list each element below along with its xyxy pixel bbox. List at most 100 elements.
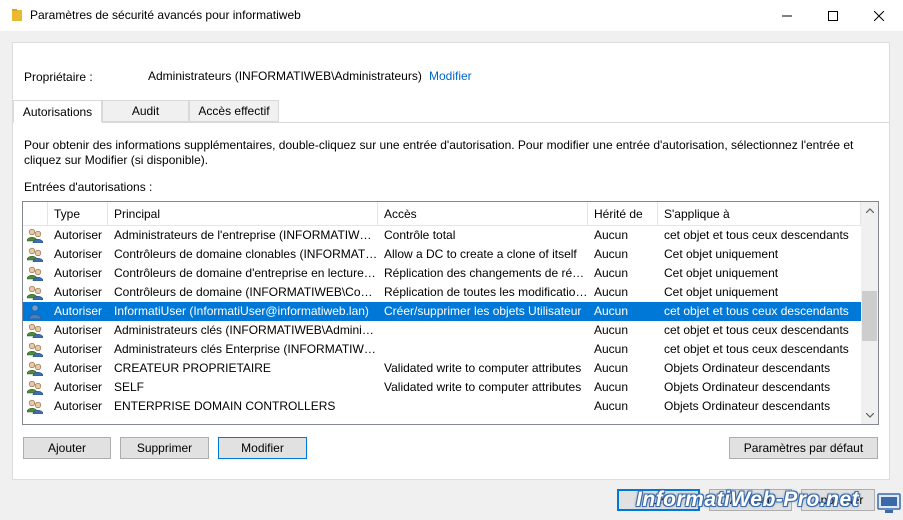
cell-principal: Administrateurs de l'entreprise (INFORMA… [114, 228, 378, 242]
cell-herite: Aucun [594, 380, 629, 394]
remove-button[interactable]: Supprimer [120, 437, 209, 459]
cell-herite: Aucun [594, 247, 629, 261]
close-button[interactable] [856, 0, 901, 31]
watermark-text: InformatiWeb-Pro.net [636, 488, 860, 511]
table-row[interactable]: Autoriser CREATEUR PROPRIETAIRE Validated … [23, 359, 861, 378]
cell-principal: Administrateurs clés (INFORMATIWEB\Admin… [114, 323, 378, 337]
cell-acces: Réplication de toutes les modifications [384, 285, 588, 299]
title-bar: Paramètres de sécurité avancés pour info… [0, 0, 903, 31]
cell-acces: Créer/supprimer les objets Utilisateur [384, 304, 582, 318]
cell-acces: Réplication des changements de répertoir… [384, 266, 588, 280]
group-users-icon [27, 399, 43, 414]
column-header-type[interactable]: Type [48, 202, 108, 226]
cell-applique: cet objet et tous ceux descendants [664, 323, 849, 337]
cell-type: Autoriser [54, 304, 103, 318]
cell-principal: Contrôleurs de domaine d'entreprise en l… [114, 266, 378, 280]
group-users-icon [27, 228, 43, 243]
cell-type: Autoriser [54, 266, 103, 280]
owner-modify-link[interactable]: Modifier [429, 69, 472, 83]
tab-acces-effectif[interactable]: Accès effectif [189, 100, 279, 122]
close-icon [873, 10, 884, 21]
cell-herite: Aucun [594, 285, 629, 299]
cell-applique: Cet objet uniquement [664, 266, 779, 280]
column-header-principal[interactable]: Principal [108, 202, 378, 226]
cell-principal: CREATEUR PROPRIETAIRE [114, 361, 271, 375]
table-row[interactable]: Autoriser Administrateurs clés Enterprise… [23, 340, 861, 359]
single-user-icon [28, 304, 42, 319]
cell-acces: Validated write to computer attributes [384, 380, 582, 394]
table-row[interactable]: Autoriser Contrôleurs de domaine (INFORMA… [23, 283, 861, 302]
group-users-icon [27, 247, 43, 262]
group-users-icon [27, 380, 43, 395]
tab-divider [12, 122, 890, 123]
cell-applique: Objets Ordinateur descendants [664, 361, 831, 375]
scroll-up-button[interactable] [861, 202, 878, 219]
cell-principal: InformatiUser (InformatiUser@informatiwe… [114, 304, 369, 318]
cell-type: Autoriser [54, 361, 103, 375]
maximize-button[interactable] [810, 0, 855, 31]
cell-applique: cet objet et tous ceux descendants [664, 228, 849, 242]
group-users-icon [27, 342, 43, 357]
minimize-icon [781, 15, 792, 16]
tab-audit[interactable]: Audit [102, 100, 189, 122]
column-header-acces[interactable]: Accès [378, 202, 588, 226]
group-users-icon [27, 323, 43, 338]
edit-button[interactable]: Modifier [218, 437, 307, 459]
window-title: Paramètres de sécurité avancés pour info… [30, 8, 301, 22]
group-users-icon [27, 361, 43, 376]
cell-principal: ENTERPRISE DOMAIN CONTROLLERS [114, 399, 336, 413]
table-row[interactable]: Autoriser InformatiUser (InformatiUser@in… [23, 302, 861, 321]
scroll-down-button[interactable] [861, 407, 878, 424]
maximize-icon [827, 10, 838, 21]
cell-type: Autoriser [54, 323, 103, 337]
list-header: Type Principal Accès Hérité de S'appliqu… [23, 202, 861, 226]
table-row[interactable]: Autoriser Administrateurs de l'entreprise… [23, 226, 861, 245]
column-header-icon [23, 202, 48, 226]
owner-label: Propriétaire : [24, 70, 93, 84]
cell-acces [378, 321, 588, 340]
group-users-icon [27, 285, 43, 300]
cell-type: Autoriser [54, 247, 103, 261]
tab-autorisations[interactable]: Autorisations [13, 100, 102, 123]
table-row[interactable]: Autoriser ENTERPRISE DOMAIN CONTROLLERS Au… [23, 397, 861, 416]
add-button[interactable]: Ajouter [23, 437, 111, 459]
info-text: Pour obtenir des informations supplément… [24, 138, 854, 167]
cell-type: Autoriser [54, 285, 103, 299]
vertical-scrollbar[interactable] [861, 202, 878, 424]
table-row[interactable]: Autoriser Contrôleurs de domaine d'entrep… [23, 264, 861, 283]
cell-acces [378, 397, 588, 416]
column-header-applique[interactable]: S'applique à [658, 202, 861, 226]
cell-herite: Aucun [594, 399, 629, 413]
cell-principal: Administrateurs clés Enterprise (INFORMA… [114, 342, 378, 356]
scroll-thumb[interactable] [862, 291, 877, 341]
chevron-up-icon [865, 208, 874, 213]
restore-defaults-button[interactable]: Paramètres par défaut [729, 437, 878, 459]
minimize-button[interactable] [764, 0, 809, 31]
cell-type: Autoriser [54, 380, 103, 394]
cell-applique: cet objet et tous ceux descendants [664, 304, 849, 318]
cell-applique: Objets Ordinateur descendants [664, 399, 831, 413]
cell-type: Autoriser [54, 342, 103, 356]
cell-applique: Cet objet uniquement [664, 247, 779, 261]
cell-herite: Aucun [594, 228, 629, 242]
column-header-herite[interactable]: Hérité de [588, 202, 658, 226]
owner-value: Administrateurs (INFORMATIWEB\Administra… [148, 69, 422, 83]
cell-herite: Aucun [594, 304, 629, 318]
cell-applique: Cet objet uniquement [664, 285, 779, 299]
chevron-down-icon [865, 413, 874, 418]
cell-herite: Aucun [594, 266, 629, 280]
cell-acces: Validated write to computer attributes [384, 361, 582, 375]
table-row[interactable]: Autoriser Contrôleurs de domaine clonable… [23, 245, 861, 264]
watermark-computer-icon [877, 493, 901, 513]
permission-entries-list[interactable]: Type Principal Accès Hérité de S'appliqu… [22, 201, 879, 425]
cell-applique: cet objet et tous ceux descendants [664, 342, 849, 356]
cell-herite: Aucun [594, 361, 629, 375]
cell-acces [378, 340, 588, 359]
table-row[interactable]: Autoriser SELF Validated write to computer… [23, 378, 861, 397]
cell-type: Autoriser [54, 399, 103, 413]
cell-type: Autoriser [54, 228, 103, 242]
group-users-icon [27, 266, 43, 281]
cell-principal: Contrôleurs de domaine (INFORMATIWEB\Con… [114, 285, 378, 299]
table-row[interactable]: Autoriser Administrateurs clés (INFORMATI… [23, 321, 861, 340]
cell-acces: Allow a DC to create a clone of itself [384, 247, 577, 261]
